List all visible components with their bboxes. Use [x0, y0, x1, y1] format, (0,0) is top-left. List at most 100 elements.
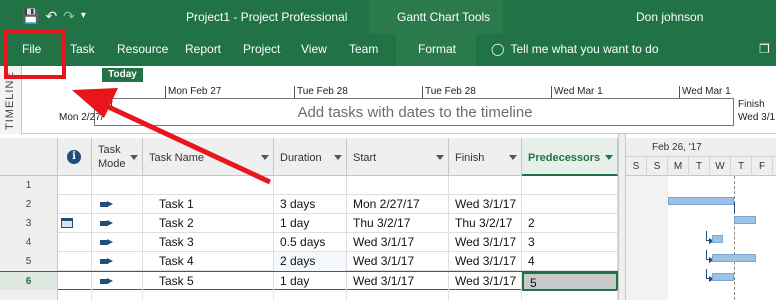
header-task-name[interactable]: Task Name — [143, 138, 274, 176]
indicator-cell — [58, 272, 92, 291]
duration-cell[interactable] — [274, 176, 347, 195]
task-mode-cell[interactable] — [92, 252, 143, 271]
gantt-bar-task-5[interactable] — [712, 273, 734, 281]
table-row[interactable]: 6 Task 5 1 day Wed 3/1/17 Wed 3/1/17 5 — [0, 271, 618, 291]
task-name-cell[interactable]: Task 4 — [143, 252, 274, 271]
finish-cell[interactable] — [449, 176, 522, 195]
table-row[interactable]: 3 Task 2 1 day Thu 3/2/17 Thu 3/2/17 2 — [0, 214, 618, 233]
header-start[interactable]: Start — [347, 138, 449, 176]
header-task-mode[interactable]: Task Mode — [92, 138, 143, 176]
save-icon[interactable]: 💾 — [22, 8, 39, 24]
start-cell[interactable] — [347, 290, 449, 300]
start-cell[interactable]: Mon 2/27/17 — [347, 195, 449, 214]
row-number[interactable]: 3 — [0, 214, 58, 233]
chevron-down-icon[interactable] — [509, 155, 517, 160]
indicator-cell[interactable] — [58, 214, 92, 233]
duration-cell[interactable]: 1 day — [274, 214, 347, 233]
customize-toolbar-icon[interactable]: ▾ — [81, 8, 86, 24]
row-number[interactable]: 4 — [0, 233, 58, 252]
row-number[interactable]: 5 — [0, 252, 58, 271]
undo-icon[interactable]: ↶ — [45, 8, 57, 24]
task-name-cell[interactable] — [143, 176, 274, 195]
task-mode-cell[interactable] — [92, 272, 143, 291]
tab-project[interactable]: Project — [243, 42, 280, 56]
predecessors-cell[interactable]: 4 — [522, 252, 618, 271]
task-name-cell[interactable]: Task 2 — [143, 214, 274, 233]
finish-cell[interactable]: Wed 3/1/17 — [449, 233, 522, 252]
indicator-cell — [58, 290, 92, 300]
finish-cell[interactable]: Thu 3/2/17 — [449, 214, 522, 233]
user-name[interactable]: Don johnson — [636, 10, 703, 24]
finish-cell[interactable] — [449, 290, 522, 300]
predecessors-cell[interactable]: 2 — [522, 214, 618, 233]
row-number[interactable]: 6 — [0, 272, 58, 291]
tab-format[interactable]: Format — [418, 42, 456, 56]
predecessors-cell[interactable] — [522, 195, 618, 214]
start-cell[interactable]: Wed 3/1/17 — [347, 272, 449, 291]
duration-cell[interactable]: 2 days — [274, 252, 347, 271]
predecessors-cell-active[interactable]: 5 — [522, 272, 618, 291]
start-cell[interactable]: Wed 3/1/17 — [347, 252, 449, 271]
chevron-down-icon[interactable] — [334, 155, 342, 160]
gantt-bar-task-1[interactable] — [668, 197, 734, 205]
predecessors-cell[interactable] — [522, 290, 618, 300]
gantt-bar-task-4[interactable] — [712, 254, 756, 262]
tell-me-search[interactable]: ◯ Tell me what you want to do — [491, 42, 659, 56]
predecessors-cell[interactable]: 3 — [522, 233, 618, 252]
duration-cell[interactable]: 3 days — [274, 195, 347, 214]
gantt-week-label: Feb 26, '17 — [652, 142, 702, 153]
select-all-corner[interactable] — [0, 138, 58, 176]
task-mode-cell[interactable] — [92, 176, 143, 195]
task-name-cell[interactable]: Task 1 — [143, 195, 274, 214]
gantt-bar-task-2[interactable] — [734, 216, 756, 224]
gantt-bar-task-3[interactable] — [712, 235, 723, 243]
predecessors-cell[interactable] — [522, 176, 618, 195]
indicator-cell — [58, 252, 92, 271]
table-row[interactable]: 5 Task 4 2 days Wed 3/1/17 Wed 3/1/17 4 — [0, 252, 618, 271]
info-icon: i — [67, 150, 81, 164]
redo-icon[interactable]: ↷ — [63, 8, 75, 24]
tab-view[interactable]: View — [301, 42, 327, 56]
duration-cell[interactable] — [274, 290, 347, 300]
task-mode-cell[interactable] — [92, 290, 143, 300]
timeline-bar[interactable]: Add tasks with dates to the timeline — [94, 98, 734, 126]
tab-task[interactable]: Task — [70, 42, 95, 56]
gantt-day: T — [689, 157, 710, 176]
table-row[interactable]: 4 Task 3 0.5 days Wed 3/1/17 Wed 3/1/17 … — [0, 233, 618, 252]
header-indicators[interactable]: i — [58, 138, 92, 176]
row-number[interactable]: 2 — [0, 195, 58, 214]
task-mode-cell[interactable] — [92, 195, 143, 214]
tab-report[interactable]: Report — [185, 42, 221, 56]
table-row[interactable] — [0, 290, 618, 300]
table-row[interactable]: 2 Task 1 3 days Mon 2/27/17 Wed 3/1/17 — [0, 195, 618, 214]
task-name-cell[interactable]: Task 3 — [143, 233, 274, 252]
tab-team[interactable]: Team — [349, 42, 378, 56]
task-name-cell[interactable]: Task 5 — [143, 272, 274, 291]
finish-cell[interactable]: Wed 3/1/17 — [449, 195, 522, 214]
indicator-cell — [58, 195, 92, 214]
start-cell[interactable]: Wed 3/1/17 — [347, 233, 449, 252]
row-number[interactable] — [0, 290, 58, 300]
duration-cell[interactable]: 0.5 days — [274, 233, 347, 252]
header-predecessors[interactable]: Predecessors — [522, 138, 618, 176]
chevron-down-icon[interactable] — [436, 155, 444, 160]
table-row[interactable]: 1 — [0, 176, 618, 195]
finish-cell[interactable]: Wed 3/1/17 — [449, 272, 522, 291]
chevron-down-icon[interactable] — [261, 155, 269, 160]
header-duration[interactable]: Duration — [274, 138, 347, 176]
task-mode-cell[interactable] — [92, 214, 143, 233]
duration-cell[interactable]: 1 day — [274, 272, 347, 291]
split-divider[interactable] — [618, 134, 626, 300]
task-name-cell[interactable] — [143, 290, 274, 300]
timeline-start-date: Mon 2/27/ — [59, 112, 104, 123]
tab-resource[interactable]: Resource — [117, 42, 168, 56]
chevron-down-icon[interactable] — [605, 155, 613, 160]
task-mode-cell[interactable] — [92, 233, 143, 252]
row-number[interactable]: 1 — [0, 176, 58, 195]
start-cell[interactable]: Thu 3/2/17 — [347, 214, 449, 233]
finish-cell[interactable]: Wed 3/1/17 — [449, 252, 522, 271]
header-finish[interactable]: Finish — [449, 138, 522, 176]
chevron-down-icon[interactable] — [130, 155, 138, 160]
restore-window-icon[interactable]: ❐ — [759, 42, 770, 56]
start-cell[interactable] — [347, 176, 449, 195]
